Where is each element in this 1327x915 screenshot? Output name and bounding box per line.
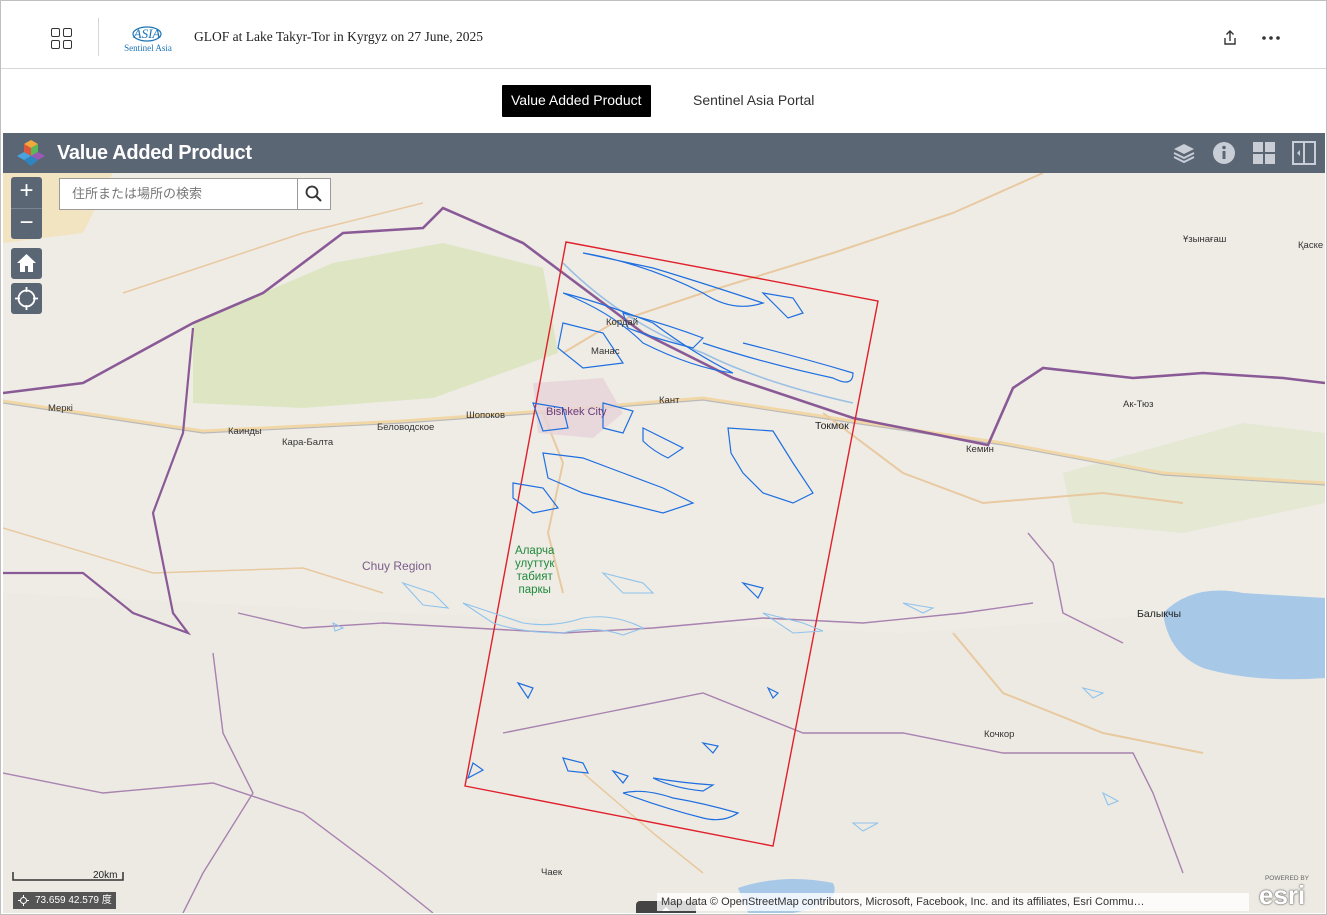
map-label-chuy-region: Chuy Region (362, 559, 432, 573)
search-button[interactable] (297, 179, 330, 209)
app-logo-icon (16, 139, 46, 167)
search-widget (59, 178, 331, 210)
map-label-chaek: Чаек (541, 867, 563, 878)
map-label-merki: Меркі (48, 403, 73, 414)
map-header-bar: Value Added Product (3, 133, 1325, 173)
park-label-line: паркы (518, 584, 551, 596)
map-label-kaindy: Каинды (228, 426, 262, 437)
map-label-kara-balta: Кара-Балта (282, 437, 334, 448)
map-label-bishkek: Bishkek City (546, 406, 607, 418)
esri-logo[interactable]: POWERED BY esri (1257, 875, 1315, 909)
coordinate-readout[interactable]: 73.659 42.579 度 (13, 892, 116, 909)
map-label-alarcha-park: Аларча улуттук табият паркы (515, 545, 554, 597)
tab-sentinel-asia-portal[interactable]: Sentinel Asia Portal (684, 85, 823, 117)
basemap-gallery-icon[interactable] (1251, 140, 1277, 166)
map-label-manas: Манас (591, 346, 620, 357)
map-label-kochkor: Кочкор (984, 729, 1015, 740)
page-title: GLOF at Lake Takyr-Tor in Kyrgyz on 27 J… (194, 29, 484, 44)
page-navigation: Value Added Product Sentinel Asia Portal (1, 69, 1326, 132)
zoom-out-button[interactable]: − (11, 208, 42, 240)
map-label-shopokov: Шопоков (466, 410, 506, 421)
esri-wordmark: esri (1259, 880, 1306, 910)
map-label-tokmok: Токмок (815, 420, 849, 432)
map-label-kordai: Кордай (606, 317, 639, 328)
park-label-line: улуттук (515, 558, 555, 570)
map-attribution[interactable]: Map data © OpenStreetMap contributors, M… (657, 893, 1249, 911)
map-label-kaskelen: Қаске (1298, 240, 1324, 251)
basemap (3, 173, 1325, 913)
map-label-uzynagash: Ұзынағаш (1183, 234, 1227, 245)
more-options-icon[interactable] (1260, 29, 1282, 47)
header-divider (98, 18, 99, 56)
map-view[interactable]: Bishkek City Кордай Манас Кант Токмок Шо… (3, 173, 1325, 913)
coordinate-text: 73.659 42.579 度 (35, 895, 112, 906)
map-title: Value Added Product (57, 142, 252, 164)
map-label-ak-tyuz: Ак-Тюз (1123, 399, 1154, 410)
search-input[interactable] (60, 179, 298, 209)
sentinel-asia-logo: ASIA Sentinel Asia (116, 21, 178, 57)
logo-text: Sentinel Asia (124, 43, 172, 53)
home-icon (17, 254, 36, 272)
app-header: ASIA Sentinel Asia GLOF at Lake Takyr-To… (1, 1, 1326, 69)
svg-text:ASIA: ASIA (133, 26, 161, 41)
crosshair-icon (18, 895, 29, 906)
tab-value-added-product[interactable]: Value Added Product (502, 85, 651, 117)
scale-label: 20km (93, 870, 118, 881)
search-icon (305, 185, 322, 202)
map-label-balykchy: Балыкчы (1137, 608, 1182, 620)
map-label-belovodskoe: Беловодское (377, 422, 435, 433)
map-label-kemin: Кемин (966, 444, 994, 455)
layers-icon[interactable] (1171, 140, 1197, 166)
split-panel-icon[interactable] (1291, 140, 1317, 166)
app-launcher-icon[interactable] (51, 28, 72, 49)
map-label-kant: Кант (659, 395, 680, 406)
share-icon[interactable] (1221, 29, 1239, 47)
locate-button[interactable] (11, 283, 42, 314)
home-button[interactable] (11, 248, 42, 279)
park-label-line: табият (516, 571, 553, 583)
zoom-control: + − (11, 177, 42, 239)
park-label-line: Аларча (515, 545, 555, 557)
locate-icon (15, 287, 38, 310)
info-icon[interactable] (1211, 140, 1237, 166)
zoom-in-button[interactable]: + (11, 177, 42, 208)
